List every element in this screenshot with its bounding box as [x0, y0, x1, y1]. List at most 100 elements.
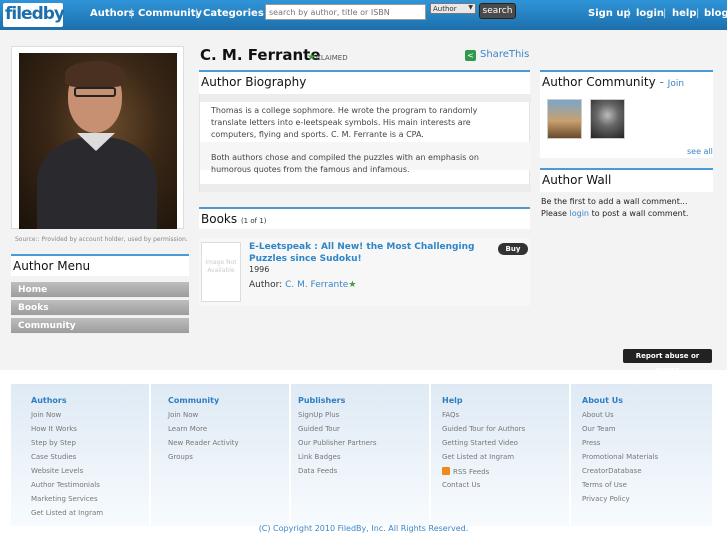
book-cover-placeholder[interactable]: Image Not Available — [201, 242, 241, 302]
star-icon: ★ — [307, 52, 316, 63]
footer-link[interactable]: Terms of Use — [582, 481, 627, 489]
footer-link[interactable]: Learn More — [168, 425, 207, 433]
footer-link[interactable]: Press — [582, 439, 600, 447]
nav-community[interactable]: Community — [138, 8, 202, 19]
biography-box: Thomas is a college sophmore. He wrote t… — [199, 94, 531, 192]
footer-link[interactable]: CreatorDatabase — [582, 467, 642, 475]
chevron-down-icon: ▼ — [468, 4, 473, 11]
menu-item-home[interactable]: Home — [11, 282, 189, 298]
book-title-link[interactable]: E-Leetspeak : All New! the Most Challeng… — [249, 241, 492, 265]
books-title-text: Books — [201, 212, 238, 226]
footer-link[interactable]: Privacy Policy — [582, 495, 630, 503]
footer-link[interactable]: Our Publisher Partners — [298, 439, 377, 447]
biography-title: Author Biography — [199, 70, 530, 94]
photo-body — [37, 137, 157, 229]
wall-message: Be the first to add a wall comment... Pl… — [541, 196, 716, 220]
footer-link[interactable]: Getting Started Video — [442, 439, 518, 447]
footer-link[interactable]: Get Listed at Ingram — [31, 509, 103, 517]
footer-heading: Authors — [31, 396, 67, 405]
top-bar: filedby Authors | Community | Categories… — [0, 0, 727, 30]
see-all-link[interactable]: see all — [687, 147, 713, 156]
book-year: 1996 — [249, 265, 270, 274]
footer-link[interactable]: Data Feeds — [298, 467, 337, 475]
share-icon: < — [465, 50, 476, 61]
menu-item-community[interactable]: Community — [11, 318, 189, 334]
nav-separator: | — [663, 8, 667, 19]
claimed-label: CLAIMED — [315, 54, 348, 62]
community-title-text: Author Community — [542, 75, 656, 89]
blog-link[interactable]: blog — [704, 8, 727, 19]
footer-link[interactable]: Author Testimonials — [31, 481, 100, 489]
community-member-avatar[interactable] — [590, 99, 625, 139]
footer-link[interactable]: Step by Step — [31, 439, 76, 447]
community-member-avatar[interactable] — [547, 99, 582, 139]
filedby-logo[interactable]: filedby — [3, 3, 65, 27]
footer-link[interactable]: Join Now — [168, 411, 198, 419]
footer-link[interactable]: Contact Us — [442, 481, 480, 489]
footer-link[interactable]: Guided Tour — [298, 425, 340, 433]
author-name: C. M. Ferrante — [200, 46, 321, 64]
footer-link[interactable]: FAQs — [442, 411, 459, 419]
star-icon: ★ — [348, 280, 357, 290]
footer-heading: Help — [442, 396, 463, 405]
footer-heading: Publishers — [298, 396, 346, 405]
book-author-line: Author: C. M. Ferrante★ — [249, 280, 356, 290]
nav-categories[interactable]: Categories — [203, 8, 264, 19]
photo-caption: Source:: Provided by account holder, use… — [15, 236, 188, 243]
books-title: Books (1 of 1) — [199, 207, 530, 229]
nav-separator: | — [130, 8, 134, 19]
author-photo-frame — [11, 46, 184, 229]
photo-hair — [65, 61, 125, 87]
footer-link[interactable]: Website Levels — [31, 467, 83, 475]
wall-login-prefix: Please — [541, 209, 567, 218]
footer-link[interactable]: Join Now — [31, 411, 61, 419]
footer-heading: About Us — [582, 396, 623, 405]
footer-column-authors: Authors Join Now How It Works Step by St… — [11, 384, 151, 526]
footer-link[interactable]: New Reader Activity — [168, 439, 239, 447]
book-author-link[interactable]: C. M. Ferrante — [285, 280, 348, 290]
buy-button[interactable]: Buy — [498, 243, 528, 255]
claimed-badge: ★CLAIMED — [307, 52, 348, 63]
wall-login-link[interactable]: login — [570, 209, 590, 218]
nav-authors[interactable]: Authors — [90, 8, 135, 19]
rss-icon — [442, 467, 450, 475]
footer-link[interactable]: Marketing Services — [31, 495, 98, 503]
wall-login-text: Please login to post a wall comment. — [541, 208, 716, 220]
footer-link[interactable]: How It Works — [31, 425, 77, 433]
report-abuse-button[interactable]: Report abuse or errors — [623, 349, 712, 374]
nav-separator: | — [627, 8, 631, 19]
sign-up-link[interactable]: Sign up — [588, 8, 631, 19]
search-input[interactable] — [265, 4, 426, 20]
login-link[interactable]: login — [636, 8, 664, 19]
footer-link[interactable]: Promotional Materials — [582, 453, 658, 461]
sharethis-label: ShareThis — [480, 49, 530, 60]
footer-link[interactable]: Our Team — [582, 425, 616, 433]
search-button[interactable]: search — [479, 3, 516, 19]
footer-column-about: About Us About Us Our Team Press Promoti… — [571, 384, 711, 526]
author-wall-title: Author Wall — [540, 168, 713, 192]
bio-divider — [200, 184, 531, 192]
join-link[interactable]: Join — [668, 79, 684, 89]
sharethis-button[interactable]: < ShareThis — [465, 49, 529, 61]
footer-link[interactable]: Groups — [168, 453, 193, 461]
books-count: (1 of 1) — [240, 217, 267, 225]
author-menu-title: Author Menu — [11, 254, 189, 276]
search-scope-select[interactable]: Author ▼ — [430, 3, 476, 14]
biography-paragraph: Thomas is a college sophmore. He wrote t… — [211, 106, 478, 139]
footer-link[interactable]: About Us — [582, 411, 614, 419]
biography-paragraph: Both authors chose and compiled the puzz… — [211, 153, 479, 174]
footer-link[interactable]: SignUp Plus — [298, 411, 339, 419]
main-content: Source:: Provided by account holder, use… — [0, 30, 727, 374]
rss-feeds-link[interactable]: RSS Feeds — [442, 467, 489, 476]
photo-glasses — [74, 87, 116, 97]
rss-feeds-label: RSS Feeds — [453, 468, 490, 476]
help-link[interactable]: help — [672, 8, 697, 19]
footer-link[interactable]: Get Listed at Ingram — [442, 453, 514, 461]
menu-item-books[interactable]: Books — [11, 300, 189, 316]
footer-link[interactable]: Case Studies — [31, 453, 76, 461]
footer-link[interactable]: Guided Tour for Authors — [442, 425, 525, 433]
copyright-text: (C) Copyright 2010 FiledBy, Inc. All Rig… — [258, 524, 469, 533]
footer: Authors Join Now How It Works Step by St… — [0, 370, 727, 545]
footer-link[interactable]: Link Badges — [298, 453, 341, 461]
author-photo — [19, 53, 177, 229]
